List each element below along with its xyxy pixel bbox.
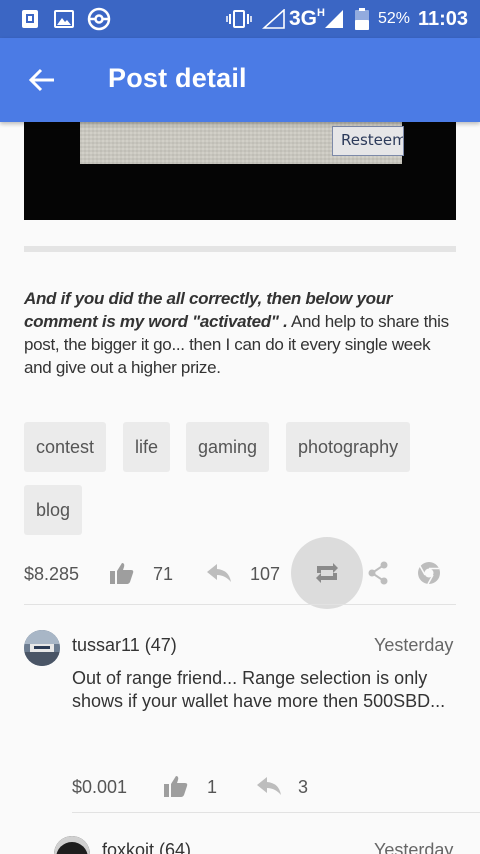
app-bar: Post detail [0, 38, 480, 122]
comment-time: Yesterday [374, 840, 454, 854]
avatar[interactable] [24, 630, 60, 666]
reply-count: 107 [250, 564, 281, 584]
page-title: Post detail [108, 63, 247, 93]
tag-blog[interactable]: blog [24, 485, 83, 535]
resteem-label: Resteem [332, 126, 404, 156]
battery-percent: 52% [378, 10, 411, 27]
avatar-image [24, 630, 60, 666]
like-count: 71 [153, 564, 174, 584]
post-image[interactable]: Resteem [24, 122, 456, 220]
tag-gaming[interactable]: gaming [186, 422, 270, 472]
comment-payout[interactable]: $0.001 [72, 777, 127, 798]
content-divider [24, 246, 456, 252]
comment-divider [72, 812, 480, 813]
clock: 11:03 [418, 7, 469, 30]
browser-icon[interactable] [417, 561, 441, 585]
thumb-up-icon[interactable] [164, 775, 188, 797]
share-icon[interactable] [367, 561, 389, 585]
battery-icon [355, 8, 369, 30]
comment-time: Yesterday [374, 635, 454, 655]
sim-card-icon [22, 10, 38, 28]
reply-icon[interactable] [207, 564, 231, 582]
avatar[interactable] [54, 836, 90, 854]
comment-author[interactable]: foxkoit (64) [102, 840, 191, 854]
comment-reply-count: 3 [298, 777, 309, 797]
gallery-icon [54, 10, 74, 28]
vibrate-icon [226, 10, 252, 28]
comment-author[interactable]: tussar11 (47) [72, 635, 177, 656]
resteem-icon[interactable] [315, 562, 339, 584]
network-indicator: 3G H [289, 7, 325, 30]
tag-photography[interactable]: photography [286, 422, 411, 472]
status-bar: 3G H 52% 11:03 [0, 0, 480, 38]
signal-empty-icon [262, 9, 285, 29]
photo-content: Resteem [80, 122, 404, 164]
back-arrow-icon[interactable] [22, 60, 62, 100]
section-divider [24, 604, 456, 605]
reply-icon[interactable] [257, 777, 281, 795]
post-body: And if you did the all correctly, then b… [24, 287, 460, 379]
comment-body: Out of range friend... Range selection i… [72, 668, 446, 711]
thumb-up-icon[interactable] [110, 562, 134, 584]
post-payout[interactable]: $8.285 [24, 564, 79, 585]
tag-life[interactable]: life [123, 422, 171, 472]
tag-contest[interactable]: contest [24, 422, 107, 472]
avatar-image [54, 836, 90, 854]
signal-strength-icon [325, 10, 343, 28]
comment-like-count: 1 [207, 777, 218, 797]
pokeball-icon [87, 7, 111, 31]
